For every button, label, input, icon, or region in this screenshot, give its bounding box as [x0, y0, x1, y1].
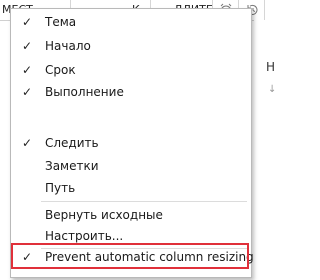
menu-item-label: Начало: [45, 39, 91, 53]
menu-item-start[interactable]: ✓ Начало: [12, 35, 250, 57]
menu-item-follow[interactable]: ✓ Следить: [12, 132, 250, 154]
column-chooser-context-menu: ✓ Тема ✓ Начало ✓ Срок ✓ Выполнение ✓ Сл…: [10, 8, 254, 278]
menu-item-label: Срок: [45, 63, 76, 77]
checkmark-icon: ✓: [21, 136, 33, 150]
checkmark-icon: ✓: [21, 63, 33, 77]
menu-divider: [41, 201, 247, 202]
background-glyph: ↓: [268, 84, 277, 95]
background-content: Н ↓: [254, 20, 276, 280]
highlight-annotation-box: [11, 243, 249, 269]
screen: МЕСТ К ДЛИТЕ Н ↓: [0, 0, 276, 280]
menu-item-label: Тема: [45, 15, 77, 29]
checkmark-icon: ✓: [21, 39, 33, 53]
menu-item-completion[interactable]: ✓ Выполнение: [12, 81, 250, 103]
checkmark-icon: [20, 155, 34, 177]
column-separator: [264, 0, 265, 20]
menu-item-label: Вернуть исходные: [45, 208, 163, 222]
menu-item-subject[interactable]: ✓ Тема: [12, 11, 250, 33]
menu-item-label: Выполнение: [45, 85, 124, 99]
checkmark-icon: ✓: [21, 85, 33, 99]
menu-item-path[interactable]: Путь: [12, 177, 250, 199]
menu-item-label: Заметки: [45, 159, 99, 173]
checkmark-icon: ✓: [21, 15, 33, 29]
checkmark-icon: [20, 177, 34, 199]
menu-item-notes[interactable]: Заметки: [12, 155, 250, 177]
menu-item-reset-defaults[interactable]: Вернуть исходные: [12, 204, 250, 226]
menu-item-due[interactable]: ✓ Срок: [12, 59, 250, 81]
menu-item-label: Следить: [45, 136, 99, 150]
menu-item-label: Путь: [45, 181, 76, 195]
background-glyph: Н: [266, 60, 276, 74]
